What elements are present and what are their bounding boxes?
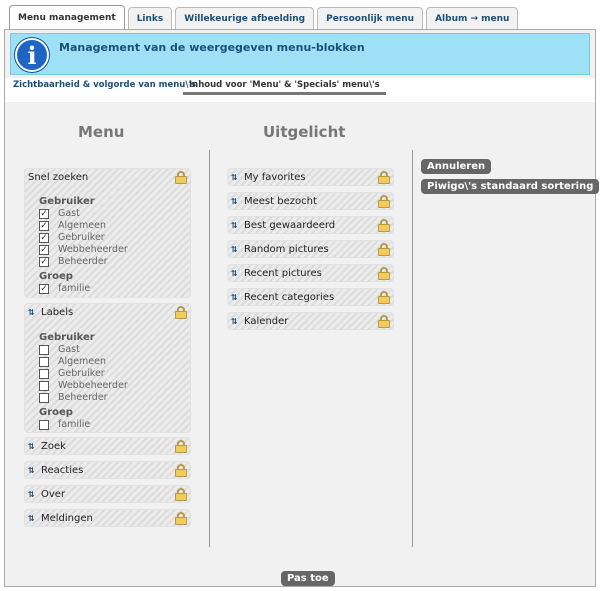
menu-block-quick-search[interactable]: Snel zoeken Gebruiker ✓ Gast ✓ Algemeen ✓ G…: [24, 168, 191, 298]
featured-block-calendar[interactable]: ⇅ Kalender: [227, 312, 394, 330]
block-label: Snel zoeken: [28, 172, 89, 183]
block-label: Best gewaardeerd: [244, 220, 336, 231]
block-label: Meest bezocht: [244, 196, 317, 207]
lock-icon: [378, 267, 390, 280]
featured-block-random-pictures[interactable]: ⇅ Random pictures: [227, 240, 394, 258]
block-label: Reacties: [41, 465, 84, 476]
featured-block-recent-pictures[interactable]: ⇅ Recent pictures: [227, 264, 394, 282]
block-label: Over: [41, 489, 66, 500]
apply-button[interactable]: Pas toe: [281, 571, 335, 586]
block-label: Kalender: [244, 316, 289, 327]
column-divider: [209, 150, 210, 547]
subtab-menu-content[interactable]: Inhoud voor 'Menu' & 'Specials' menu\'s: [183, 80, 386, 95]
checkbox[interactable]: ✓: [39, 233, 49, 243]
move-icon[interactable]: ⇅: [231, 293, 241, 303]
checkbox[interactable]: ✓: [39, 257, 49, 267]
move-icon[interactable]: ⇅: [231, 197, 241, 207]
checkbox[interactable]: [39, 381, 49, 391]
info-message: Management van de weergegeven menu-blokk…: [59, 41, 365, 54]
move-icon[interactable]: ⇅: [28, 466, 38, 476]
lock-icon: [378, 219, 390, 232]
groups-heading: Groep: [39, 407, 73, 418]
block-label: Labels: [41, 307, 74, 318]
move-icon[interactable]: ⇅: [231, 221, 241, 231]
checkbox[interactable]: [39, 420, 49, 430]
users-heading: Gebruiker: [39, 196, 95, 207]
block-label: My favorites: [244, 172, 306, 183]
info-banner: i Management van de weergegeven menu-blo…: [10, 33, 590, 75]
main-panel: Menu Uitgelicht Snel zoeken Gebruiker ✓ G…: [5, 102, 600, 586]
move-icon[interactable]: ⇅: [28, 514, 38, 524]
checkbox[interactable]: [39, 345, 49, 355]
cancel-button[interactable]: Annuleren: [421, 159, 492, 174]
lock-icon: [175, 512, 187, 525]
block-label: Recent categories: [244, 292, 335, 303]
lock-icon: [378, 291, 390, 304]
block-label: Random pictures: [244, 244, 329, 255]
lock-icon: [175, 488, 187, 501]
checkbox[interactable]: ✓: [39, 209, 49, 219]
menu-block-zoek[interactable]: ⇅ Zoek: [24, 437, 191, 455]
tab-menu-management[interactable]: Menu management: [9, 5, 125, 29]
featured-block-recent-categories[interactable]: ⇅ Recent categories: [227, 288, 394, 306]
lock-icon: [175, 171, 187, 184]
move-icon[interactable]: ⇅: [28, 490, 38, 500]
move-icon[interactable]: ⇅: [28, 442, 38, 452]
menu-block-labels[interactable]: ⇅ Labels Gebruiker Gast Algemeen Gebruik…: [24, 303, 191, 433]
move-icon[interactable]: ⇅: [231, 173, 241, 183]
tab-links[interactable]: Links: [127, 7, 173, 29]
checkbox[interactable]: ✓: [39, 221, 49, 231]
users-heading: Gebruiker: [39, 332, 95, 343]
column-divider: [412, 150, 413, 547]
checkbox[interactable]: ✓: [39, 284, 49, 294]
lock-icon: [378, 243, 390, 256]
tab-random-image[interactable]: Willekeurige afbeelding: [175, 7, 315, 29]
featured-block-my-favorites[interactable]: ⇅ My favorites: [227, 168, 394, 186]
lock-icon: [378, 171, 390, 184]
info-icon: i: [15, 38, 49, 72]
move-icon[interactable]: ⇅: [231, 245, 241, 255]
groups-heading: Groep: [39, 271, 73, 282]
block-label: Meldingen: [41, 513, 93, 524]
lock-icon: [378, 195, 390, 208]
default-sort-button[interactable]: Piwigo\'s standaard sortering: [421, 179, 600, 194]
tab-album-menu[interactable]: Album → menu: [426, 7, 519, 29]
top-tabs: Menu management Links Willekeurige afbee…: [9, 5, 521, 29]
content-frame: i Management van de weergegeven menu-blo…: [4, 29, 600, 587]
move-icon[interactable]: ⇅: [231, 269, 241, 279]
move-icon[interactable]: ⇅: [231, 317, 241, 327]
checkbox[interactable]: [39, 357, 49, 367]
menu-block-reacties[interactable]: ⇅ Reacties: [24, 461, 191, 479]
block-label: Zoek: [41, 441, 66, 452]
lock-icon: [378, 315, 390, 328]
subtab-visibility-order[interactable]: Zichtbaarheid & volgorde van menu\'s: [13, 80, 196, 90]
menu-block-meldingen[interactable]: ⇅ Meldingen: [24, 509, 191, 527]
menu-block-over[interactable]: ⇅ Over: [24, 485, 191, 503]
lock-icon: [175, 306, 187, 319]
block-label: Recent pictures: [244, 268, 322, 279]
checkbox[interactable]: ✓: [39, 245, 49, 255]
featured-column-title: Uitgelicht: [263, 123, 346, 141]
featured-block-most-visited[interactable]: ⇅ Meest bezocht: [227, 192, 394, 210]
move-icon[interactable]: ⇅: [28, 308, 38, 318]
tab-personal-menu[interactable]: Persoonlijk menu: [317, 7, 424, 29]
checkbox[interactable]: [39, 369, 49, 379]
featured-block-best-rated[interactable]: ⇅ Best gewaardeerd: [227, 216, 394, 234]
checkbox[interactable]: [39, 393, 49, 403]
lock-icon: [175, 464, 187, 477]
lock-icon: [175, 440, 187, 453]
menu-column-title: Menu: [78, 123, 125, 141]
